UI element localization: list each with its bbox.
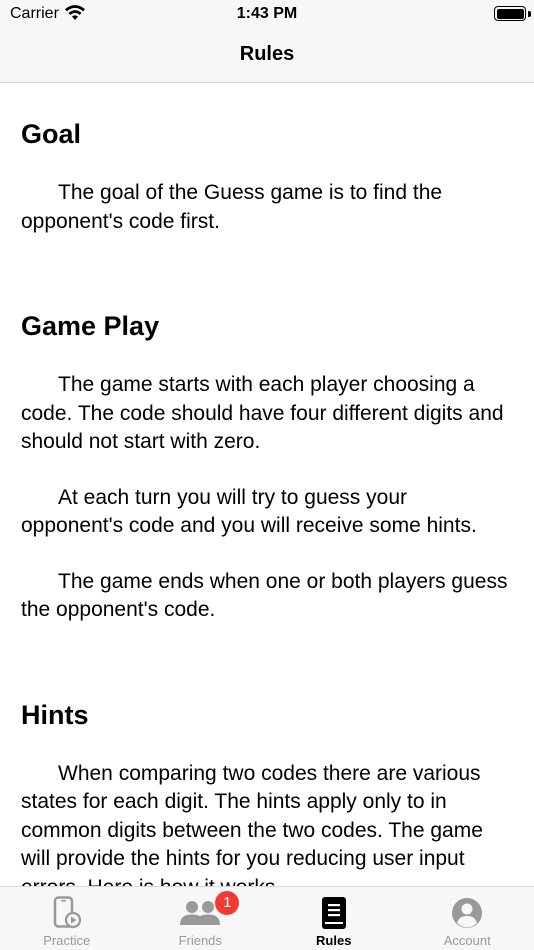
- paragraph: The game starts with each player choosin…: [21, 373, 504, 453]
- section-title: Game Play: [21, 311, 160, 341]
- person-circle-icon: [451, 896, 483, 930]
- tab-bar: Practice 1 Friends Rules Account: [0, 886, 534, 950]
- tab-rules[interactable]: Rules: [267, 887, 401, 950]
- friends-badge: 1: [215, 891, 240, 915]
- section-game-play: Game Play The game starts with each play…: [21, 310, 513, 625]
- tab-friends[interactable]: 1 Friends: [134, 887, 268, 950]
- status-time: 1:43 PM: [236, 5, 298, 22]
- paragraph: The goal of the Guess game is to find th…: [21, 181, 443, 233]
- people-icon: 1: [179, 891, 240, 930]
- tab-label: Rules: [316, 933, 352, 948]
- tab-label: Practice: [43, 933, 91, 948]
- section-title: Goal: [21, 119, 82, 149]
- rules-content[interactable]: Goal The goal of the Guess game is to fi…: [0, 84, 534, 886]
- tab-label: Account: [443, 933, 491, 948]
- paragraph: When comparing two codes there are vario…: [21, 761, 483, 887]
- book-icon: [321, 896, 347, 930]
- battery-icon: [494, 6, 526, 21]
- battery-tip: [528, 11, 531, 17]
- phone-play-icon: [52, 896, 82, 930]
- paragraph: The game ends when one or both players g…: [21, 569, 508, 622]
- status-bar: Carrier 1:43 PM: [0, 0, 534, 28]
- tab-label: Friends: [178, 933, 222, 948]
- navigation-bar: Rules: [0, 28, 534, 83]
- section-hints: Hints When comparing two codes there are…: [21, 699, 513, 887]
- section-title: Hints: [21, 699, 89, 730]
- paragraph: At each turn you will try to guess your …: [21, 485, 477, 538]
- page-title: Rules: [239, 43, 295, 65]
- section-goal: Goal The goal of the Guess game is to fi…: [21, 118, 513, 236]
- tab-practice[interactable]: Practice: [0, 887, 134, 950]
- tab-account[interactable]: Account: [401, 887, 534, 950]
